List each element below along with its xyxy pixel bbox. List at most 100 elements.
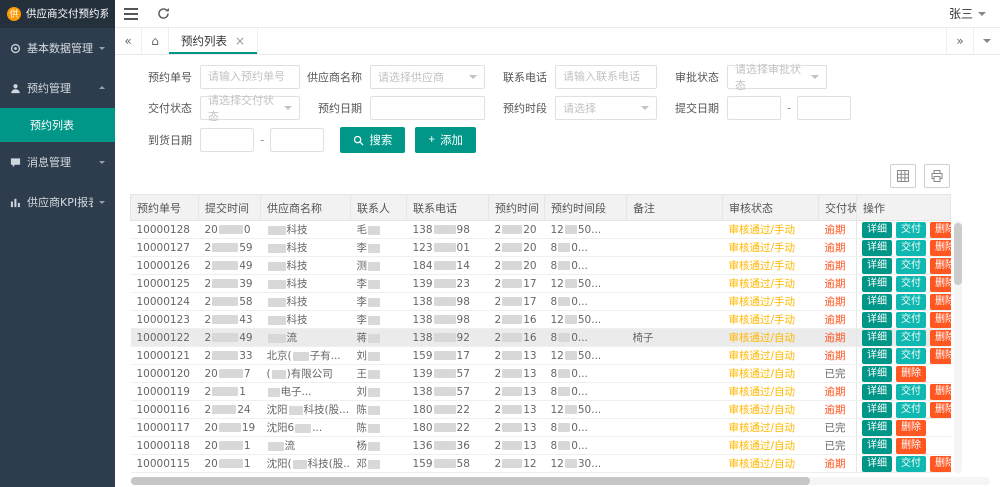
delete-button[interactable]: 删除	[896, 366, 926, 382]
tab-scroll-left-icon[interactable]: «	[115, 28, 142, 54]
reservation-date-input[interactable]	[370, 96, 485, 120]
vertical-scrollbar-thumb[interactable]	[954, 223, 962, 285]
tab-menu-icon[interactable]	[973, 28, 1000, 54]
detail-button[interactable]: 详细	[862, 402, 892, 418]
table-row[interactable]: 10000125239科技李139232171250...审核通过/手动逾期详细…	[131, 275, 951, 293]
sidebar-item-basic-data[interactable]: 基本数据管理	[0, 28, 115, 68]
deliver-button[interactable]: 交付	[896, 222, 926, 238]
tab-reservation-list[interactable]: 预约列表 ×	[169, 28, 258, 54]
deliver-button[interactable]: 交付	[896, 330, 926, 346]
table-row[interactable]: 10000128200科技毛138982201250...审核通过/手动逾期详细…	[131, 221, 951, 239]
sidebar-item-messages[interactable]: 消息管理	[0, 142, 115, 182]
delete-button[interactable]: 删除	[930, 402, 951, 418]
user-menu[interactable]: 张三	[935, 5, 1000, 22]
arrive-date-start-input[interactable]	[200, 128, 254, 152]
sidebar-item-reservation-list[interactable]: 预约列表	[0, 108, 115, 142]
col-phone[interactable]: 联系电话	[407, 195, 489, 221]
col-supplier[interactable]: 供应商名称	[261, 195, 351, 221]
deliver-button[interactable]: 交付	[896, 276, 926, 292]
delete-button[interactable]: 删除	[930, 384, 951, 400]
print-button[interactable]	[924, 164, 950, 188]
deliver-button[interactable]: 交付	[896, 384, 926, 400]
table-row[interactable]: 10000126249科技测1841422080...审核通过/手动逾期详细交付…	[131, 257, 951, 275]
delete-button[interactable]: 删除	[930, 276, 951, 292]
col-order-no[interactable]: 预约单号	[131, 195, 199, 221]
delivery-status-select[interactable]: 请选择交付状态	[200, 96, 300, 120]
refresh-icon[interactable]	[147, 0, 179, 28]
delete-button[interactable]: 删除	[896, 420, 926, 436]
submit-date-start-input[interactable]	[727, 96, 781, 120]
detail-button[interactable]: 详细	[862, 438, 892, 454]
col-remark[interactable]: 备注	[627, 195, 723, 221]
detail-button[interactable]: 详细	[862, 348, 892, 364]
tab-close-icon[interactable]: ×	[235, 34, 245, 48]
delete-button[interactable]: 删除	[930, 258, 951, 274]
table-row[interactable]: 10000120207()有限公司王1395721380...审核通过/自动已完…	[131, 365, 951, 383]
filter-columns-button[interactable]	[890, 164, 916, 188]
cell-text: 49	[239, 332, 252, 344]
review-status-select[interactable]: 请选择审批状态	[727, 65, 827, 89]
delete-button[interactable]: 删除	[930, 348, 951, 364]
submit-date-end-input[interactable]	[797, 96, 851, 120]
horizontal-scrollbar-thumb[interactable]	[131, 477, 810, 485]
add-button[interactable]: + 添加	[415, 127, 476, 153]
order-no-input[interactable]	[200, 65, 300, 89]
table-row[interactable]: 10000127259科技李1230122080...审核通过/手动逾期详细交付…	[131, 239, 951, 257]
table-row[interactable]: 10000124258科技李1389821780...审核通过/手动逾期详细交付…	[131, 293, 951, 311]
delete-button[interactable]: 删除	[930, 240, 951, 256]
table-row[interactable]: 10000115201沈阳(科技(股...邓159582121230...审核通…	[131, 455, 951, 473]
deliver-button[interactable]: 交付	[896, 240, 926, 256]
delete-button[interactable]: 删除	[930, 312, 951, 328]
delete-button[interactable]: 删除	[930, 222, 951, 238]
detail-button[interactable]: 详细	[862, 330, 892, 346]
detail-button[interactable]: 详细	[862, 312, 892, 328]
detail-button[interactable]: 详细	[862, 420, 892, 436]
home-tab-icon[interactable]: ⌂	[142, 28, 169, 54]
delete-button[interactable]: 删除	[930, 456, 951, 472]
slot-select[interactable]: 请选择	[555, 96, 657, 120]
detail-button[interactable]: 详细	[862, 366, 892, 382]
search-button[interactable]: 搜索	[340, 127, 405, 153]
col-delivery-status[interactable]: 交付状态	[819, 195, 857, 221]
detail-button[interactable]: 详细	[862, 294, 892, 310]
horizontal-scrollbar[interactable]	[130, 477, 990, 485]
table-row[interactable]: 1000011921电子...刘1385721380...审核通过/自动逾期详细…	[131, 383, 951, 401]
delete-button[interactable]: 删除	[930, 330, 951, 346]
col-review-status[interactable]: 审核状态	[723, 195, 819, 221]
table-row[interactable]: 100001172019沈阳6...陈1802221380...审核通过/自动已…	[131, 419, 951, 437]
deliver-button[interactable]: 交付	[896, 294, 926, 310]
deliver-button[interactable]: 交付	[896, 456, 926, 472]
deliver-button[interactable]: 交付	[896, 348, 926, 364]
table-row[interactable]: 10000123243科技李138982161250...审核通过/手动逾期详细…	[131, 311, 951, 329]
phone-input[interactable]	[555, 65, 657, 89]
arrive-date-end-input[interactable]	[270, 128, 324, 152]
tab-scroll-right-icon[interactable]: »	[946, 28, 973, 54]
detail-button[interactable]: 详细	[862, 276, 892, 292]
deliver-button[interactable]: 交付	[896, 402, 926, 418]
detail-button[interactable]: 详细	[862, 384, 892, 400]
sidebar-item-reservation[interactable]: 预约管理	[0, 68, 115, 108]
supplier-select[interactable]: 请选择供应商	[370, 65, 485, 89]
deliver-button[interactable]: 交付	[896, 258, 926, 274]
sidebar-toggle-icon[interactable]	[115, 0, 147, 28]
detail-button[interactable]: 详细	[862, 258, 892, 274]
sidebar-item-kpi-report[interactable]: 供应商KPI报表	[0, 182, 115, 222]
cell-text: 科技	[287, 224, 308, 236]
detail-button[interactable]: 详细	[862, 240, 892, 256]
detail-button[interactable]: 详细	[862, 222, 892, 238]
col-submit-time[interactable]: 提交时间	[199, 195, 261, 221]
cell-reservation-slot: 80...	[545, 239, 627, 257]
delete-button[interactable]: 删除	[896, 438, 926, 454]
deliver-button[interactable]: 交付	[896, 312, 926, 328]
col-reservation-time[interactable]: 预约时间	[489, 195, 545, 221]
table-row[interactable]: 10000118201流杨1363621380...审核通过/自动已完详细删除	[131, 437, 951, 455]
redacted-text	[368, 244, 380, 253]
delete-button[interactable]: 删除	[930, 294, 951, 310]
table-row[interactable]: 10000121233北京(子有...刘159172131250...审核通过/…	[131, 347, 951, 365]
table-row[interactable]: 10000122249流蒋1389221680...椅子审核通过/自动逾期详细交…	[131, 329, 951, 347]
col-contact[interactable]: 联系人	[351, 195, 407, 221]
detail-button[interactable]: 详细	[862, 456, 892, 472]
col-reservation-slot[interactable]: 预约时间段	[545, 195, 627, 221]
table-row[interactable]: 10000116224沈阳科技(股...陈180222131250...审核通过…	[131, 401, 951, 419]
vertical-scrollbar[interactable]	[954, 221, 962, 473]
